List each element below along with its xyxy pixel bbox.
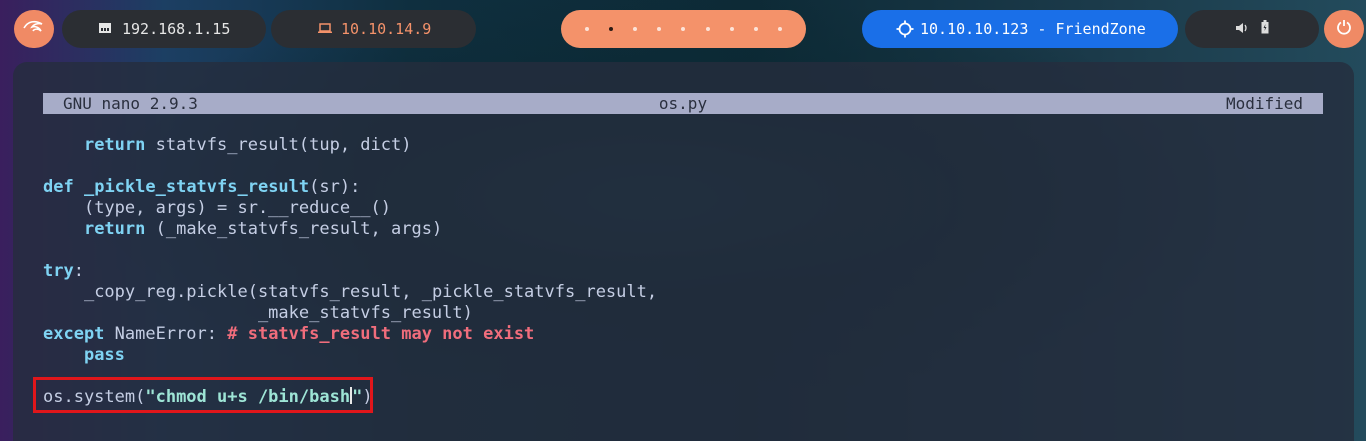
code-line: _make_statvfs_result) xyxy=(257,303,473,323)
kali-dragon-icon xyxy=(23,19,45,39)
highlight-annotation-box xyxy=(33,377,373,413)
code-line: try: xyxy=(43,261,84,281)
code-line: _copy_reg.pickle(statvfs_result, _pickle… xyxy=(83,282,658,302)
top-bar: 192.168.1.15 10.10.14.9 10.10.10.123 - F… xyxy=(0,0,1366,60)
local-ip-pill[interactable]: 192.168.1.15 xyxy=(62,10,266,48)
workspace-switcher[interactable] xyxy=(561,10,806,48)
power-button[interactable] xyxy=(1324,10,1364,48)
vpn-ip-pill[interactable]: 10.10.14.9 xyxy=(271,10,476,48)
workspace-1[interactable] xyxy=(585,27,590,31)
target-pill[interactable]: 10.10.10.123 - FriendZone xyxy=(862,10,1178,48)
workspace-5[interactable] xyxy=(681,27,686,31)
workspace-2[interactable] xyxy=(609,27,614,31)
code-line: def _pickle_statvfs_result(sr): xyxy=(43,177,361,197)
workspace-4[interactable] xyxy=(657,27,662,31)
laptop-icon xyxy=(317,21,333,39)
workspace-6[interactable] xyxy=(705,27,710,31)
ethernet-icon xyxy=(98,21,112,39)
nano-filename: os.py xyxy=(658,94,708,113)
target-text: 10.10.10.123 - FriendZone xyxy=(920,20,1146,38)
volume-icon[interactable] xyxy=(1235,20,1249,38)
workspace-7[interactable] xyxy=(729,27,734,31)
system-tray[interactable] xyxy=(1185,10,1319,48)
code-line: except NameError: # statvfs_result may n… xyxy=(43,324,535,344)
local-ip-text: 192.168.1.15 xyxy=(122,20,231,38)
nano-version: GNU nano 2.9.3 xyxy=(63,94,198,113)
code-line: return (_make_statvfs_result, args) xyxy=(83,219,443,239)
code-line: pass xyxy=(83,345,125,365)
power-icon xyxy=(1336,19,1352,39)
workspace-8[interactable] xyxy=(753,27,758,31)
code-line: return statvfs_result(tup, dict) xyxy=(83,135,412,155)
kali-menu-button[interactable] xyxy=(14,10,54,48)
vpn-ip-text: 10.10.14.9 xyxy=(341,20,432,38)
workspace-9[interactable] xyxy=(777,27,782,31)
workspace-3[interactable] xyxy=(633,27,638,31)
crosshair-icon xyxy=(896,20,914,42)
terminal-window[interactable]: os.py GNU nano 2.9.3 Modified return sta… xyxy=(13,62,1354,441)
nano-status: Modified xyxy=(1225,94,1303,113)
nano-title-bar: os.py GNU nano 2.9.3 Modified xyxy=(43,93,1323,114)
code-line: (type, args) = sr.__reduce__() xyxy=(83,198,391,218)
battery-icon[interactable] xyxy=(1261,20,1269,38)
